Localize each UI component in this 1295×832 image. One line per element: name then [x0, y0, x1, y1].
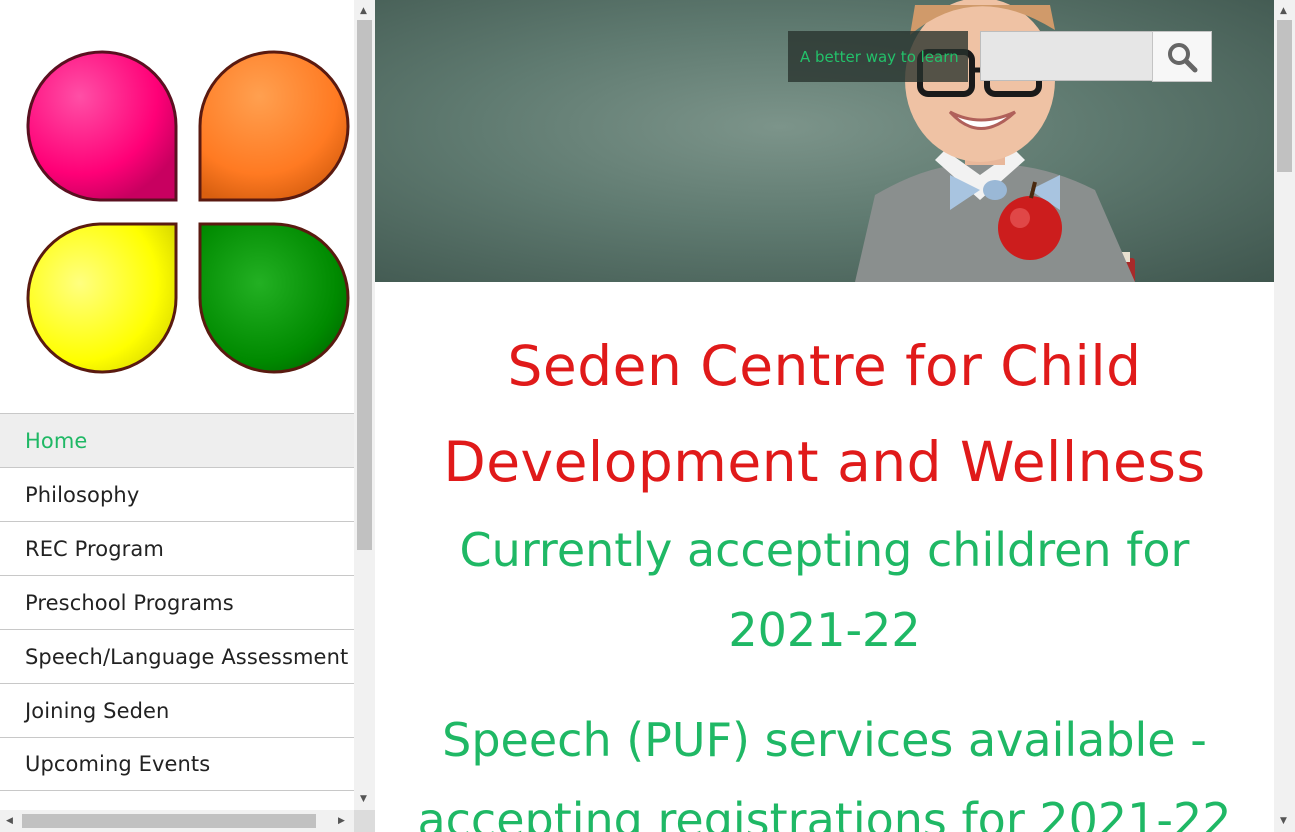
- scroll-up-arrow-icon[interactable]: ▲: [360, 6, 367, 16]
- nav-item-upcoming-events[interactable]: Upcoming Events: [0, 737, 354, 791]
- page-scroll-up-arrow-icon[interactable]: ▲: [1280, 6, 1287, 16]
- nav-item-rec-program[interactable]: REC Program: [0, 521, 354, 575]
- nav-item-preschool-programs[interactable]: Preschool Programs: [0, 575, 354, 629]
- sidebar-vertical-scroll-thumb[interactable]: [357, 20, 372, 550]
- tagline-box: A better way to learn: [788, 31, 968, 82]
- main-nav: Home Philosophy REC Program Preschool Pr…: [0, 413, 354, 791]
- logo-petal-green: [198, 222, 350, 374]
- scroll-left-arrow-icon[interactable]: ◀: [6, 816, 13, 826]
- nav-item-philosophy[interactable]: Philosophy: [0, 467, 354, 521]
- nav-item-joining-seden[interactable]: Joining Seden: [0, 683, 354, 737]
- nav-item-home[interactable]: Home: [0, 413, 354, 467]
- page-vertical-scrollbar[interactable]: ▲ ▼: [1274, 0, 1295, 832]
- logo-petal-yellow: [26, 222, 178, 374]
- sidebar-horizontal-scroll-thumb[interactable]: [22, 814, 316, 828]
- scroll-right-arrow-icon[interactable]: ▶: [338, 816, 345, 826]
- enrollment-notice: Currently accepting children for 2021-22: [459, 523, 1190, 657]
- page-vertical-scroll-thumb[interactable]: [1277, 20, 1292, 172]
- search-button[interactable]: [1152, 31, 1212, 82]
- nav-item-speech-language-assessment[interactable]: Speech/Language Assessment: [0, 629, 354, 683]
- four-petal-logo: [26, 50, 350, 374]
- hero-banner: A better way to learn: [375, 0, 1274, 282]
- main-content-frame: A better way to learn Seden Centre for C…: [375, 0, 1274, 832]
- sidebar-frame: Home Philosophy REC Program Preschool Pr…: [0, 0, 375, 832]
- sidebar-horizontal-scrollbar[interactable]: ◀ ▶: [0, 810, 354, 832]
- scroll-down-arrow-icon[interactable]: ▼: [360, 794, 367, 804]
- page-scroll-down-arrow-icon[interactable]: ▼: [1280, 816, 1287, 826]
- logo-petal-orange: [198, 50, 350, 202]
- search-icon: [1168, 42, 1198, 72]
- scrollbar-corner: [354, 810, 375, 832]
- logo-petal-pink: [26, 50, 178, 202]
- welcome-section: Seden Centre for Child Development and W…: [375, 282, 1274, 832]
- speech-services-notice: Speech (PUF) services available - accept…: [417, 713, 1232, 832]
- page-title: Seden Centre for Child Development and W…: [443, 334, 1206, 494]
- tagline-text: A better way to learn: [800, 47, 959, 66]
- sidebar-vertical-scrollbar[interactable]: ▲ ▼: [354, 0, 375, 810]
- search-input[interactable]: [980, 31, 1153, 81]
